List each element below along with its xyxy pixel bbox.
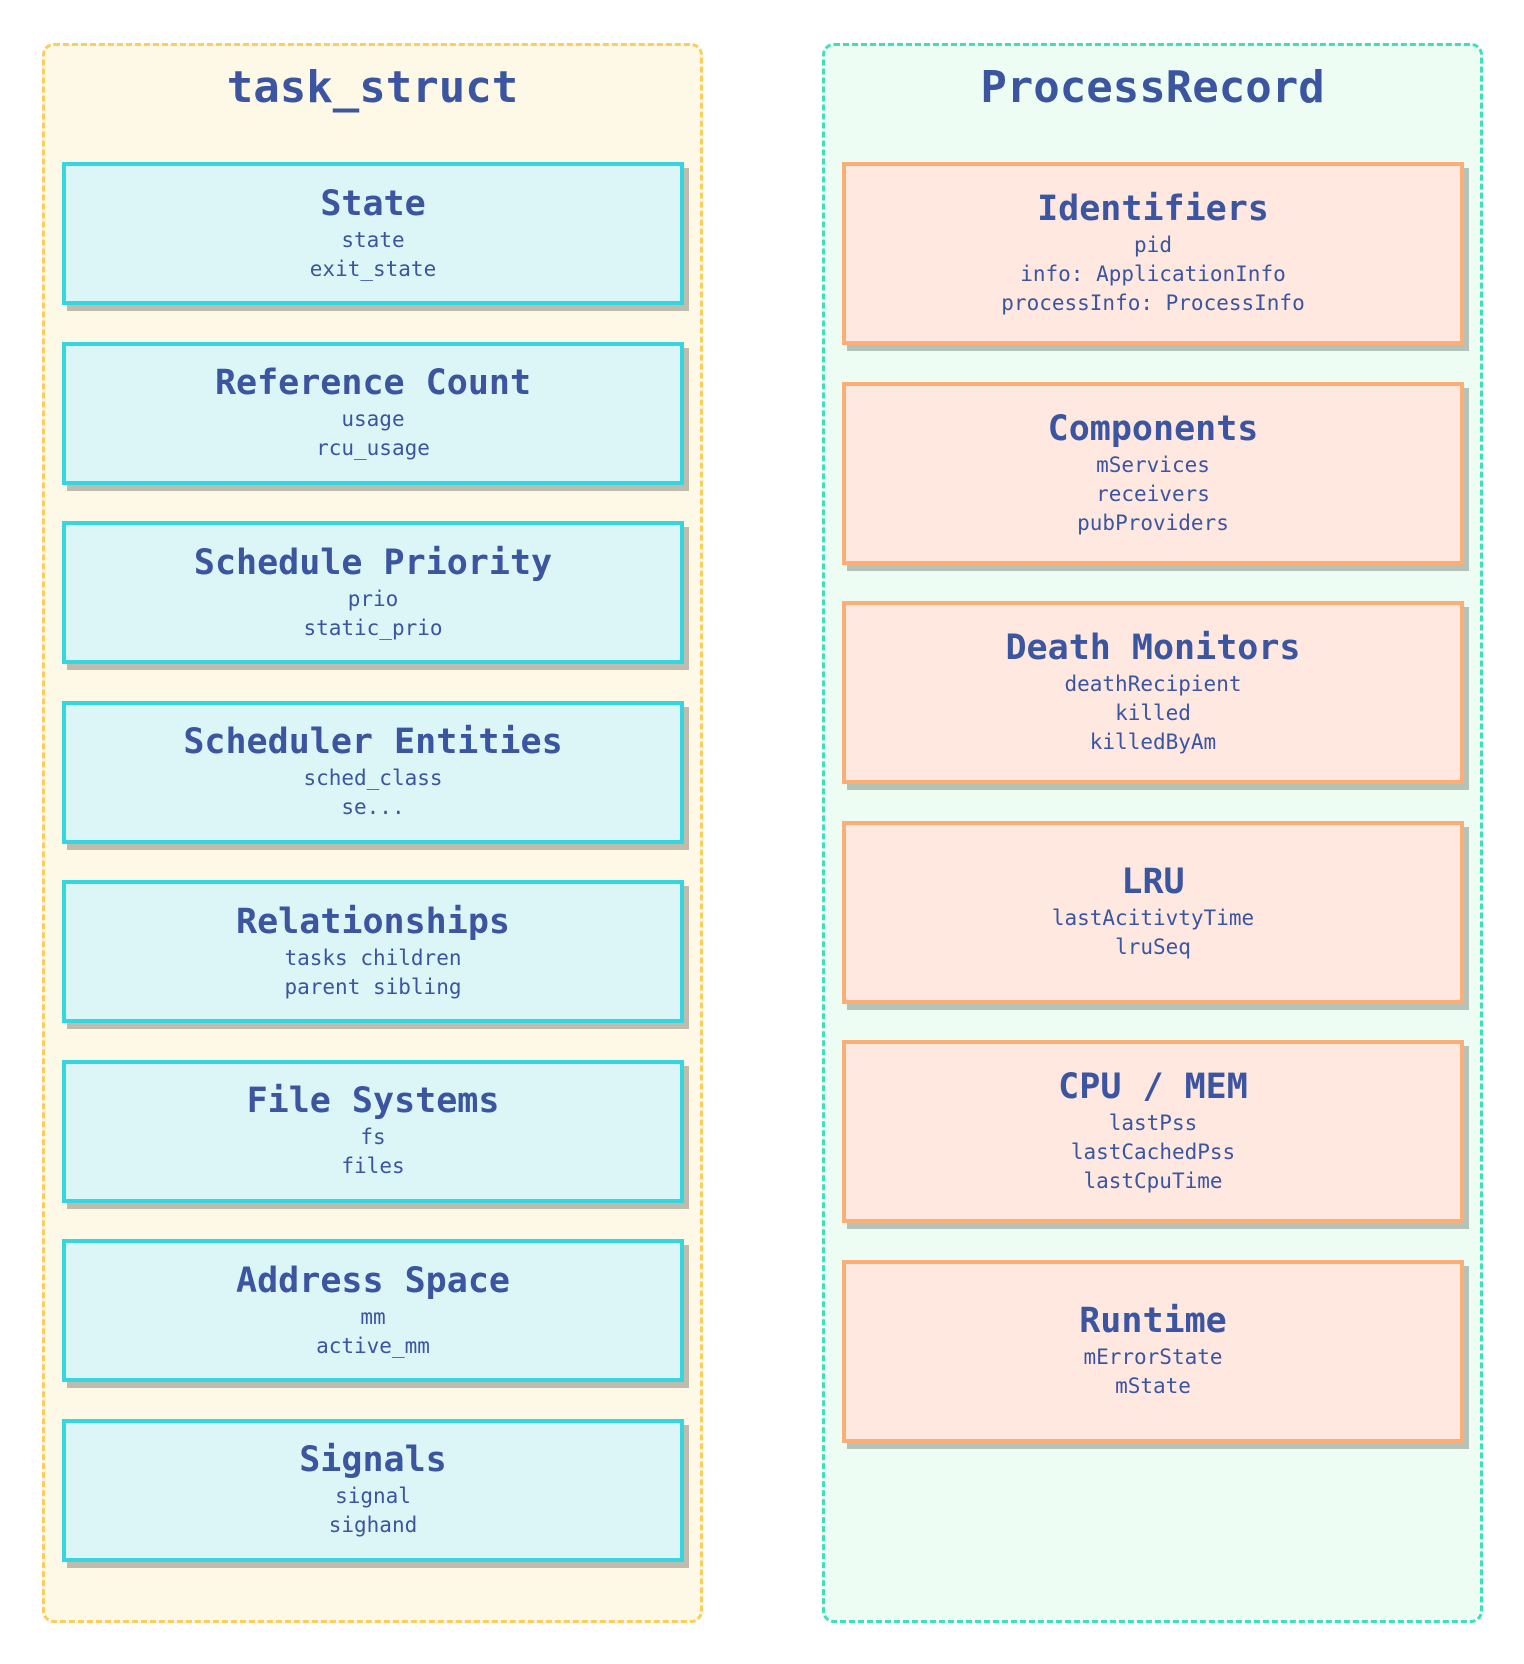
section-title: State <box>320 183 426 224</box>
section-title: Components <box>1047 408 1259 449</box>
field-list: sched_class se... <box>303 764 442 822</box>
section-box-death-monitors: Death Monitors deathRecipient killed killed… <box>842 601 1464 784</box>
section-box-runtime: Runtime mErrorState mState <box>842 1259 1464 1443</box>
section-title: LRU <box>1121 862 1185 902</box>
field-name: lastPss <box>1108 1111 1198 1135</box>
field-list: signal sighand <box>329 1482 418 1540</box>
section-title: Reference Count <box>214 363 532 403</box>
section-box-state: State state exit_state <box>62 162 684 305</box>
field-name: info: ApplicationInfo <box>1020 262 1286 286</box>
field-name: state <box>341 227 405 252</box>
field-name: files <box>341 1154 405 1178</box>
section-box-scheduler-entities: Scheduler Entities sched_class se... <box>62 700 684 844</box>
section-title: Relationships <box>236 901 510 942</box>
process-record-title: ProcessRecord <box>980 62 1325 113</box>
field-name: se... <box>341 795 405 819</box>
field-name: parent sibling <box>284 974 462 999</box>
field-list: state exit_state <box>310 226 436 284</box>
section-box-signals: Signals signal sighand <box>62 1418 684 1562</box>
field-list: prio static_prio <box>303 585 442 643</box>
field-list: usage rcu_usage <box>316 405 430 463</box>
field-name: processInfo: ProcessInfo <box>1001 291 1305 315</box>
section-box-address-space: Address Space mm active_mm <box>62 1239 684 1382</box>
section-box-lru: LRU lastAcitivtyTime lruSeq <box>842 820 1464 1004</box>
field-name: usage <box>341 407 405 431</box>
field-list: mServices receivers pubProviders <box>1077 451 1229 538</box>
field-name: pid <box>1134 233 1172 257</box>
field-name: prio <box>347 586 399 611</box>
section-title: Identifiers <box>1037 189 1269 229</box>
field-name: mServices <box>1096 452 1210 477</box>
field-name: tasks children <box>284 945 462 970</box>
section-title: Scheduler Entities <box>183 722 563 762</box>
field-name: receivers <box>1096 481 1210 506</box>
task-struct-group: task_struct State state exit_state Referenc… <box>42 43 703 1623</box>
process-record-group: ProcessRecord Identifiers pid info: Applic… <box>822 43 1483 1623</box>
field-name: mm <box>360 1304 386 1329</box>
field-name: deathRecipient <box>1064 672 1242 696</box>
section-box-file-systems: File Systems fs files <box>62 1059 684 1203</box>
field-name: lastCachedPss <box>1070 1140 1236 1164</box>
field-name: static_prio <box>303 615 443 640</box>
field-name: killed <box>1115 701 1191 725</box>
field-name: pubProviders <box>1077 510 1229 535</box>
section-title: Schedule Priority <box>193 542 553 583</box>
field-name: lastAcitivtyTime <box>1051 906 1255 930</box>
field-name: signal <box>335 1484 411 1508</box>
section-title: CPU / MEM <box>1058 1067 1248 1107</box>
field-list: tasks children parent sibling <box>284 944 461 1002</box>
section-box-cpu-mem: CPU / MEM lastPss lastCachedPss lastCpuTime <box>842 1040 1464 1223</box>
section-title: Signals <box>299 1440 447 1480</box>
field-name: mState <box>1115 1374 1191 1398</box>
field-name: fs <box>360 1125 386 1149</box>
field-name: rcu_usage <box>316 436 430 460</box>
section-box-components: Components mServices receivers pubProviders <box>842 381 1464 565</box>
field-list: lastPss lastCachedPss lastCpuTime <box>1071 1109 1235 1196</box>
field-list: mErrorState mState <box>1083 1343 1222 1401</box>
section-box-schedule-priority: Schedule Priority prio static_prio <box>62 521 684 664</box>
field-name: sighand <box>328 1513 418 1537</box>
section-title: Death Monitors <box>1005 628 1301 668</box>
field-name: lruSeq <box>1115 935 1191 959</box>
field-list: mm active_mm <box>316 1303 430 1361</box>
section-box-reference-count: Reference Count usage rcu_usage <box>62 341 684 485</box>
section-box-relationships: Relationships tasks children parent siblin… <box>62 880 684 1023</box>
field-list: fs files <box>341 1123 404 1181</box>
field-list: pid info: ApplicationInfo processInfo: Pro… <box>1001 231 1304 318</box>
section-title: Address Space <box>236 1260 510 1301</box>
section-title: Runtime <box>1079 1301 1227 1341</box>
section-title: File Systems <box>246 1081 500 1121</box>
field-name: killedByAm <box>1089 730 1217 754</box>
field-name: exit_state <box>309 256 437 281</box>
field-list: deathRecipient killed killedByAm <box>1064 670 1241 757</box>
field-name: mErrorState <box>1083 1345 1223 1369</box>
field-list: lastAcitivtyTime lruSeq <box>1052 904 1254 962</box>
section-box-identifiers: Identifiers pid info: ApplicationInfo proce… <box>842 162 1464 345</box>
task-struct-title: task_struct <box>226 62 519 113</box>
field-name: active_mm <box>316 1333 430 1358</box>
field-name: sched_class <box>303 766 443 790</box>
field-name: lastCpuTime <box>1083 1169 1223 1193</box>
